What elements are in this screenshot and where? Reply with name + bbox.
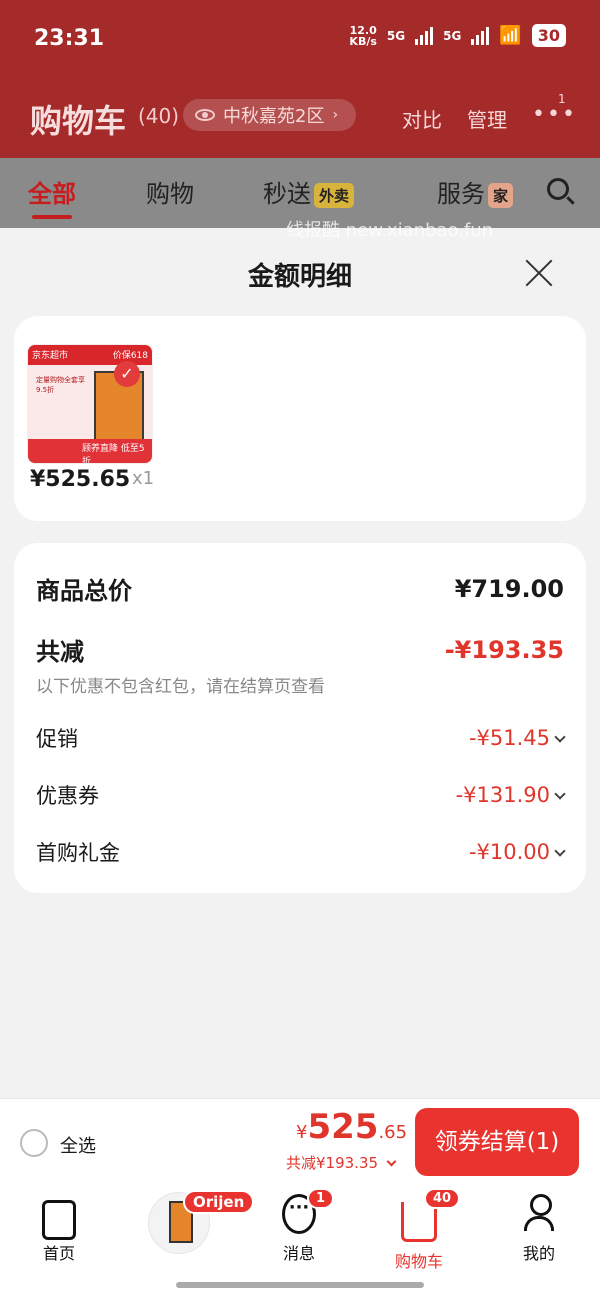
more-icon[interactable]: ••• [532,102,577,127]
chevron-down-icon [554,845,566,857]
net-label-1: 5G [386,28,406,43]
first-value-wrap: -¥10.00 [468,840,566,864]
eye-icon [195,109,215,121]
check-icon: ✓ [114,361,140,387]
tab-service-tag: 家 [488,182,514,208]
item-card: 京东超市 价保618 定量购物全套享9.5折 ✓ 663 顾养直降 低至5折 ¥… [14,316,586,521]
amount-detail-sheet: 金额明细 京东超市 价保618 定量购物全套享9.5折 ✓ 663 顾养直降 低… [0,230,600,1100]
cart-header: 购物车 (40) 中秋嘉苑2区 › 对比 管理 ••• 1 [0,80,600,158]
promo-value-wrap: -¥51.45 [468,726,566,750]
coupon-value: -¥131.90 [455,783,550,807]
more-badge: 1 [558,92,566,106]
product-thumbnail[interactable]: 京东超市 价保618 定量购物全套享9.5折 ✓ 663 顾养直降 低至5折 [27,344,153,464]
signal-icon [415,26,434,45]
coupon-value-wrap: -¥131.90 [455,783,566,807]
address-label: 中秋嘉苑2区 [223,106,325,127]
price-summary-card: 商品总价 ¥719.00 共减 -¥193.35 以下优惠不包含红包，请在结算页… [14,543,586,893]
sheet-title: 金额明细 [247,262,352,292]
tab-express[interactable]: 秒送 外卖 [263,174,355,209]
search-icon[interactable] [547,178,569,200]
item-price: ¥525.65 [30,467,131,492]
nav-messages-label: 消息 [282,1244,315,1263]
battery-icon: 30 [531,24,566,47]
promo-value: -¥51.45 [468,726,550,750]
tab-all[interactable]: 全部 [28,174,76,219]
coupon-label: 优惠券 [36,784,99,808]
nav-me-label: 我的 [522,1244,555,1263]
close-icon[interactable] [524,258,554,288]
tab-service-label: 服务 [437,180,485,208]
tab-shopping[interactable]: 购物 [146,174,194,209]
tab-express-tag: 外卖 [314,182,355,208]
coupon-row[interactable]: 优惠券 -¥131.90 [36,780,566,810]
first-label: 首购礼金 [36,841,120,865]
clock: 23:31 [34,26,105,51]
tab-service[interactable]: 服务家 [437,174,514,209]
promo-label: 促销 [36,727,78,751]
nav-cart-label: 购物车 [394,1252,443,1271]
reduce-label: 共减 [36,638,84,666]
checkout-bar: 全选 ¥525.65 共减¥193.35 领券结算(1) [0,1098,600,1184]
home-indicator [176,1282,424,1288]
wifi-icon: 📶 [499,25,522,46]
status-bar: 23:31 12.0 KB/s 5G 5G 📶 30 [0,0,600,80]
compare-button[interactable]: 对比 [402,104,442,133]
watermark: 线报酷 new.xianbao.fun [286,220,494,241]
tab-express-label: 秒送 [263,180,311,208]
thumb-banner: 顾养直降 低至5折 [28,439,152,463]
address-selector[interactable]: 中秋嘉苑2区 › [183,99,357,131]
user-icon [524,1194,554,1234]
item-qty: x1 [132,468,155,489]
messages-badge: 1 [307,1188,335,1209]
reduce-row: 共减 -¥193.35 [36,632,564,667]
net-label-2: 5G [443,28,462,43]
total-row: 商品总价 ¥719.00 [36,571,564,606]
status-icons: 12.0 KB/s 5G 5G 📶 30 [349,24,566,47]
reduce-value: -¥193.35 [444,635,564,664]
first-purchase-row[interactable]: 首购礼金 -¥10.00 [36,837,566,867]
page-title: 购物车 [30,102,127,140]
chevron-right-icon: › [332,107,339,123]
chevron-down-icon [554,731,566,743]
chevron-down-icon [386,1156,397,1167]
first-value: -¥10.00 [468,840,550,864]
cart-count: (40) [138,104,180,128]
nav-home-label: 首页 [42,1244,75,1263]
checkout-button[interactable]: 领券结算(1) [415,1108,579,1176]
home-icon [42,1200,76,1240]
signal-icon-2 [471,26,490,45]
total-value: ¥719.00 [454,574,564,603]
select-all-label[interactable]: 全选 [60,1132,96,1158]
nav-home[interactable]: 首页 [19,1194,99,1264]
discount-hint: 以下优惠不包含红包，请在结算页查看 [36,677,325,697]
promo-row[interactable]: 促销 -¥51.45 [36,723,566,753]
manage-button[interactable]: 管理 [467,104,507,133]
total-price: ¥525.65 [296,1107,408,1147]
nav-me[interactable]: 我的 [499,1194,579,1264]
promo-badge: Orijen [183,1190,255,1214]
total-label: 商品总价 [36,577,132,605]
network-speed: 12.0 KB/s [349,23,377,48]
cart-badge: 40 [424,1188,461,1209]
select-all-radio[interactable] [20,1129,48,1157]
discount-detail-toggle[interactable]: 共减¥193.35 [286,1152,397,1173]
chevron-down-icon [554,788,566,800]
thumb-promo-text: 定量购物全套享9.5折 [36,376,85,394]
